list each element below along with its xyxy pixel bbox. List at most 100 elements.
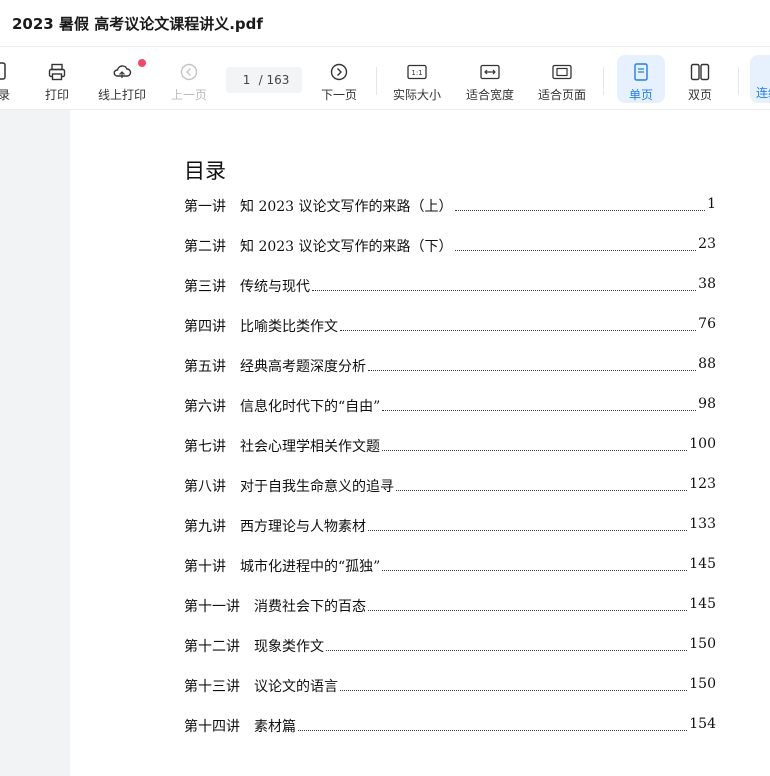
toc-dot-leader — [312, 276, 697, 291]
chevron-right-circle-icon — [329, 62, 349, 82]
toc-lecture-number: 第十四讲 — [184, 719, 240, 735]
toc-dot-leader — [368, 596, 688, 611]
title-bar: 2023 暑假 高考议论文课程讲义.pdf — [0, 0, 770, 47]
toc-title: 经典高考题深度分析 — [240, 359, 366, 375]
page-total: / 163 — [258, 73, 290, 87]
toc-page-number: 38 — [698, 276, 716, 292]
print-label: 打印 — [44, 88, 69, 102]
continuous-button[interactable]: 连续 — [750, 55, 770, 103]
toc-title: 现象类作文 — [254, 639, 324, 655]
next-page-button[interactable]: 下一页 — [309, 47, 369, 109]
toc-page-number: 150 — [689, 636, 716, 652]
toc-page-number: 1 — [707, 196, 716, 212]
toc-entry[interactable]: 第十四讲 素材篇 154 — [184, 716, 716, 756]
chevron-left-circle-icon — [179, 62, 199, 82]
toc-title: 社会心理学相关作文题 — [240, 439, 380, 455]
toc-dot-leader — [326, 636, 688, 651]
next-page-label: 下一页 — [320, 88, 357, 102]
toc-dot-leader — [382, 396, 697, 411]
toc-title: 比喻类比类作文 — [240, 319, 338, 335]
printer-icon — [47, 62, 67, 82]
cloud-icon — [112, 62, 132, 82]
toc-lecture-number: 第八讲 — [184, 479, 226, 495]
toc-title: 城市化进程中的“孤独” — [240, 559, 381, 575]
double-page-button[interactable]: 双页 — [670, 47, 730, 109]
toc-entry[interactable]: 第四讲 比喻类比类作文 76 — [184, 316, 716, 356]
toc-page-number: 23 — [698, 236, 716, 252]
toc-dot-leader — [382, 556, 688, 571]
toc-title: 素材篇 — [254, 719, 296, 735]
toc-dot-leader — [396, 476, 688, 491]
single-page-button[interactable]: 单页 — [614, 47, 668, 109]
toc-dot-leader — [368, 356, 697, 371]
toc-title: 消费社会下的百态 — [254, 599, 366, 615]
double-page-icon — [690, 62, 710, 82]
fit-page-button[interactable]: 适合页面 — [532, 47, 592, 109]
toc-entry[interactable]: 第一讲知 2023 议论文写作的来路（上） 1 — [184, 196, 716, 236]
continuous-label: 连续 — [756, 86, 770, 100]
toc-title: 知 2023 议论文写作的来路（上） — [240, 199, 453, 215]
actual-size-button[interactable]: 1:1 实际大小 — [387, 47, 447, 109]
toc-lecture-number: 第五讲 — [184, 359, 226, 375]
toolbar-item-catalog[interactable]: 录 — [0, 47, 14, 109]
toc-dot-leader — [454, 196, 706, 211]
single-page-label: 单页 — [628, 88, 653, 102]
toc-entry[interactable]: 第十三讲 议论文的语言 150 — [184, 676, 716, 716]
print-button[interactable]: 打印 — [27, 47, 87, 109]
document-title: 2023 暑假 高考议论文课程讲义.pdf — [12, 15, 263, 33]
fit-page-icon — [552, 62, 572, 82]
prev-page-button[interactable]: 上一页 — [159, 47, 219, 109]
toc-page-number: 150 — [689, 676, 716, 692]
double-page-label: 双页 — [687, 88, 712, 102]
toc-page-number: 145 — [689, 596, 716, 612]
fit-width-label: 适合宽度 — [465, 88, 514, 102]
toc-dot-leader — [382, 436, 688, 451]
toc-lecture-number: 第四讲 — [184, 319, 226, 335]
toc-entry[interactable]: 第三讲 传统与现代 38 — [184, 276, 716, 316]
toc-entry[interactable]: 第八讲 对于自我生命意义的追寻 123 — [184, 476, 716, 516]
page-number-input[interactable] — [238, 73, 255, 87]
toc-page-number: 123 — [689, 476, 716, 492]
toc-dot-leader — [340, 316, 697, 331]
toc-entry[interactable]: 第七讲 社会心理学相关作文题 100 — [184, 436, 716, 476]
toc-entry[interactable]: 第十一讲 消费社会下的百态 145 — [184, 596, 716, 636]
online-print-button[interactable]: 线上打印 — [92, 47, 152, 109]
fit-page-label: 适合页面 — [537, 88, 586, 102]
online-print-label: 线上打印 — [97, 88, 146, 102]
catalog-label: 录 — [0, 88, 11, 102]
toc-dot-leader — [298, 716, 688, 731]
toc-dot-leader — [454, 236, 697, 251]
toc-lecture-number: 第十二讲 — [184, 639, 240, 655]
toc-title: 知 2023 议论文写作的来路（下） — [240, 239, 453, 255]
notification-dot — [138, 59, 146, 67]
toc-lecture-number: 第十讲 — [184, 559, 226, 575]
actual-size-icon: 1:1 — [407, 62, 427, 82]
pdf-page: 目录 第一讲知 2023 议论文写作的来路（上） 1 第二讲知 2023 议论文写作… — [70, 110, 770, 776]
toc-entry[interactable]: 第五讲 经典高考题深度分析 88 — [184, 356, 716, 396]
toolbar-divider — [376, 67, 377, 95]
toc-lecture-number: 第一讲 — [184, 199, 226, 215]
toc-title: 信息化时代下的“自由” — [240, 399, 381, 415]
toc-entry[interactable]: 第十二讲 现象类作文 150 — [184, 636, 716, 676]
toc-title: 对于自我生命意义的追寻 — [240, 479, 394, 495]
page-indicator: / 163 — [226, 67, 302, 93]
fit-width-button[interactable]: 适合宽度 — [460, 47, 520, 109]
toolbar: 录 打印 线上打印 上一页 / 163 下一页 1:1 实际大小 — [0, 47, 770, 110]
toc-page-number: 100 — [689, 436, 716, 452]
toc-entry[interactable]: 第二讲知 2023 议论文写作的来路（下） 23 — [184, 236, 716, 276]
toc-title: 西方理论与人物素材 — [240, 519, 366, 535]
toc-lecture-number: 第七讲 — [184, 439, 226, 455]
toc-lecture-number: 第十三讲 — [184, 679, 240, 695]
toc-entry[interactable]: 第十讲 城市化进程中的“孤独” 145 — [184, 556, 716, 596]
toolbar-divider — [603, 67, 604, 95]
toc-entry[interactable]: 第六讲 信息化时代下的“自由” 98 — [184, 396, 716, 436]
toc-list: 第一讲知 2023 议论文写作的来路（上） 1 第二讲知 2023 议论文写作的来路… — [184, 196, 716, 756]
toc-page-number: 145 — [689, 556, 716, 572]
toc-page-number: 98 — [698, 396, 716, 412]
toc-title: 传统与现代 — [240, 279, 310, 295]
toc-lecture-number: 第九讲 — [184, 519, 226, 535]
toc-entry[interactable]: 第九讲 西方理论与人物素材 133 — [184, 516, 716, 556]
toc-title: 议论文的语言 — [254, 679, 338, 695]
toc-page-number: 133 — [689, 516, 716, 532]
toc-page-number: 154 — [689, 716, 716, 732]
